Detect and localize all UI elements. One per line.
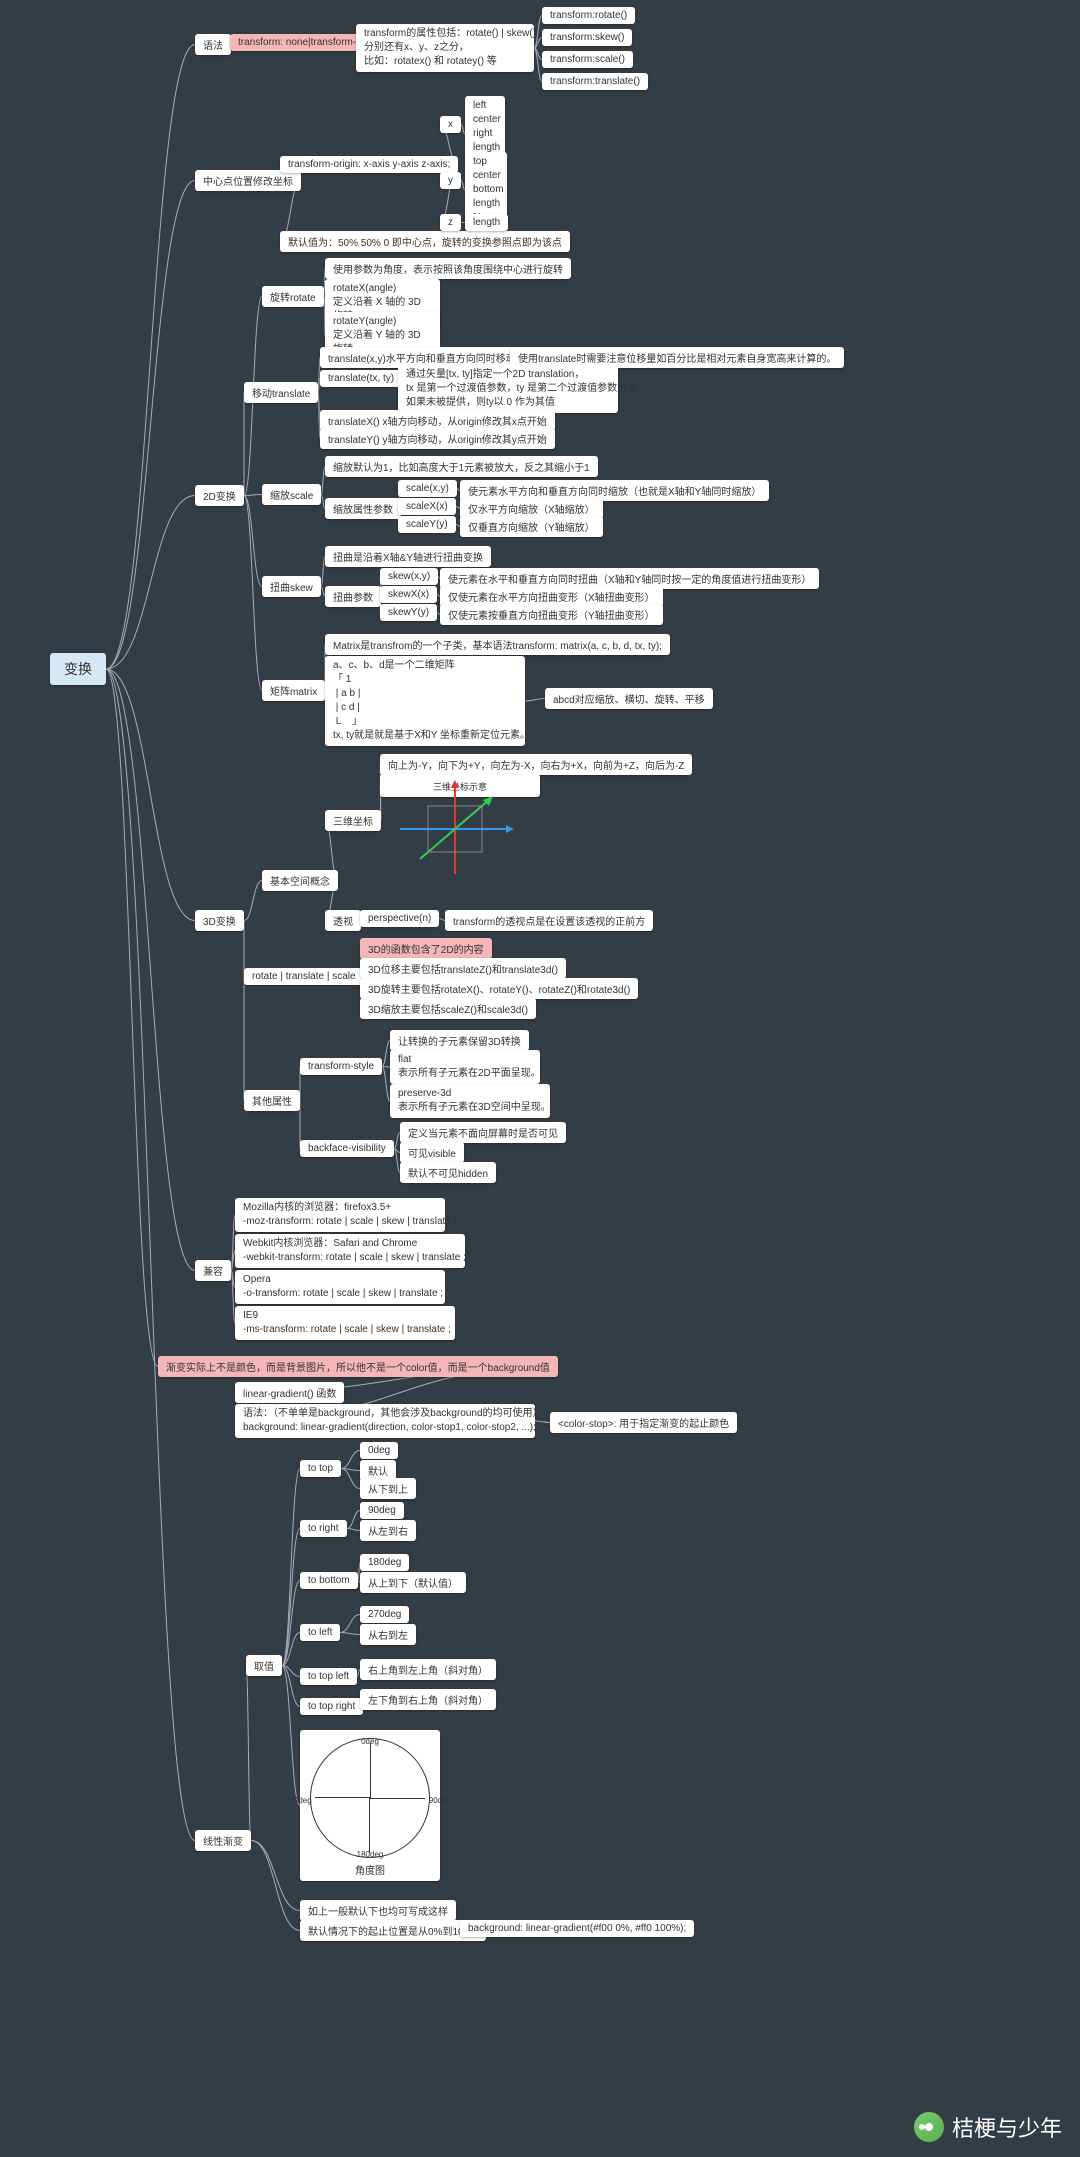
dir-tl: to top left <box>300 1668 357 1685</box>
3d-label: 3D变换 <box>195 910 244 931</box>
linear: 线性渐变 <box>195 1830 251 1851</box>
dir-top: to top <box>300 1460 341 1477</box>
rts-b: 3D旋转主要包括rotateX()、rotateY()、rotateZ()和ro… <box>360 978 638 999</box>
dir-right-deg: 90deg <box>360 1502 404 1519</box>
skew: 扭曲skew <box>262 576 321 597</box>
scaley-d: 仅垂直方向缩放（Y轴缩放） <box>460 516 603 537</box>
matrix: 矩阵matrix <box>262 680 325 701</box>
3d-axis-figure: 三维坐标示意 <box>380 774 540 797</box>
bf-desc: 定义当元素不面向屏幕时是否可见 <box>400 1122 566 1143</box>
rts-hl: 3D的函数包含了2D的内容 <box>360 938 492 959</box>
backface: backface-visibility <box>300 1140 394 1157</box>
translate-td: 通过矢量[tx, ty]指定一个2D translation， tx 是第一个过… <box>398 365 618 413</box>
gradient-note: 渐变实际上不是颜色，而是背景图片，所以他不是一个color值，而是一个backg… <box>158 1356 558 1377</box>
2d-label: 2D变换 <box>195 485 244 506</box>
translatey: translateY() y轴方向移动，从origin修改其y点开始 <box>320 428 555 449</box>
skew-desc: 扭曲是沿着X轴&Y轴进行扭曲变换 <box>325 546 491 567</box>
dir-bottom-b: 从上到下（默认值） <box>360 1572 466 1593</box>
dir-right-b: 从左到右 <box>360 1520 416 1541</box>
lin-a: 如上一般默认下也均可写成这样 <box>300 1900 456 1921</box>
compat-moz: Mozilla内核的浏览器：firefox3.5+ -moz-transform… <box>235 1198 445 1232</box>
scale-desc: 缩放默认为1，比如高度大于1元素被放大，反之其缩小于1 <box>325 456 598 477</box>
dir-bottom: to bottom <box>300 1572 358 1589</box>
lin-c: background: linear-gradient(#f00 0%, #ff… <box>460 1920 694 1937</box>
rotate-desc: 使用参数为角度，表示按照该角度围绕中心进行旋转 <box>325 258 571 279</box>
skewy: skewY(y) <box>380 604 437 621</box>
origin-label: 中心点位置修改坐标 <box>195 170 301 191</box>
rts-c: 3D缩放主要包括scaleZ()和scale3d() <box>360 998 536 1019</box>
space: 基本空间概念 <box>262 870 338 891</box>
origin-z: z <box>440 214 461 231</box>
dir-tr-b: 左下角到右上角（斜对角） <box>360 1689 496 1710</box>
skewx: skewX(x) <box>380 586 437 603</box>
dir-tl-b: 右上角到左上角（斜对角） <box>360 1659 496 1680</box>
tfunc: transform:skew() <box>542 29 632 46</box>
dir-right: to right <box>300 1520 347 1537</box>
scale: 缩放scale <box>262 484 321 505</box>
perspective: 透视 <box>325 910 361 931</box>
lg-syntax: 语法：（不单单是background，其他会涉及background的均可使用）… <box>235 1404 535 1438</box>
origin-y: y <box>440 172 461 189</box>
tfunc: transform:scale() <box>542 51 633 68</box>
bf-visible: 可见visible <box>400 1142 464 1163</box>
compat-o: Opera -o-transform: rotate | scale | ske… <box>235 1270 445 1304</box>
ts-flat: flat 表示所有子元素在2D平面呈现。 <box>390 1050 540 1084</box>
matrix-note: abcd对应缩放、横切、旋转、平移 <box>545 688 713 709</box>
compat-wk: Webkit内核浏览器：Safari and Chrome -webkit-tr… <box>235 1234 465 1268</box>
perspective-desc: transform的透视点是在设置该透视的正前方 <box>445 910 653 931</box>
bf-hidden: 默认不可见hidden <box>400 1162 496 1183</box>
transform-style: transform-style <box>300 1058 382 1075</box>
origin-prop: transform-origin: x-axis y-axis z-axis; <box>280 156 458 173</box>
matrix-desc: Matrix是transfrom的一个子类，基本语法transform: mat… <box>325 634 670 655</box>
ts-desc: 让转换的子元素保留3D转换 <box>390 1030 529 1051</box>
angle-figure: 0deg90deg180deg270deg角度图 <box>300 1730 440 1881</box>
watermark-text: 桔梗与少年 <box>952 2111 1062 2143</box>
rotate: 旋转rotate <box>262 286 324 307</box>
dir-bottom-deg: 180deg <box>360 1554 409 1571</box>
tfunc: transform:rotate() <box>542 7 635 24</box>
lin-b: 默认情况下的起止位置是从0%到100% <box>300 1920 486 1941</box>
skewxy: skew(x,y) <box>380 568 438 585</box>
coord-desc: 向上为-Y，向下为+Y，向左为-X，向右为+X，向前为+Z，向后为-Z <box>380 754 692 775</box>
dir-top-c: 从下到上 <box>360 1478 416 1499</box>
scaley: scaleY(y) <box>398 516 456 533</box>
compat-ms: IE9 -ms-transform: rotate | scale | skew… <box>235 1306 455 1340</box>
origin-def: 默认值为：50% 50% 0 即中心点，旋转的变换参照点即为该点 <box>280 231 570 252</box>
root-node: 变换 <box>50 653 106 685</box>
dir-left-b: 从右到左 <box>360 1624 416 1645</box>
skewy-d: 仅使元素按垂直方向扭曲变形（Y轴扭曲变形） <box>440 604 663 625</box>
matrix-body: a、c、b、d是一个二维矩阵 「 1 | a b | | c d | L 」 t… <box>325 656 525 746</box>
skew-params: 扭曲参数 <box>325 586 381 607</box>
scalex: scaleX(x) <box>398 498 456 515</box>
tfunc: transform:translate() <box>542 73 648 90</box>
perspective-fn: perspective(n) <box>360 910 439 927</box>
other: 其他属性 <box>244 1090 300 1111</box>
syntax-desc: transform的属性包括：rotate() | skew() |scale(… <box>356 24 534 72</box>
rts-a: 3D位移主要包括translateZ()和translate3d() <box>360 958 566 979</box>
scalexy: scale(x,y) <box>398 480 457 497</box>
dir-top-deg: 0deg <box>360 1442 398 1459</box>
compat: 兼容 <box>195 1260 231 1281</box>
rts: rotate | translate | scale <box>244 968 364 985</box>
color-stop: <color-stop>: 用于指定渐变的起止颜色 <box>550 1412 737 1433</box>
linear-gradient: linear-gradient() 函数 <box>235 1382 344 1403</box>
ts-p3d: preserve-3d 表示所有子元素在3D空间中呈现。 <box>390 1084 550 1118</box>
dir-tr: to top right <box>300 1698 363 1715</box>
direction: 取值 <box>246 1655 282 1676</box>
dir-left: to left <box>300 1624 340 1641</box>
dir-left-deg: 270deg <box>360 1606 409 1623</box>
scale-params: 缩放属性参数 <box>325 498 401 519</box>
translate-t: translate(tx, ty) <box>320 370 402 387</box>
coord: 三维坐标 <box>325 810 381 831</box>
origin-z-val: length <box>465 214 508 231</box>
origin-x: x <box>440 116 461 133</box>
syntax-label: 语法 <box>195 34 231 55</box>
translate: 移动translate <box>244 382 318 403</box>
